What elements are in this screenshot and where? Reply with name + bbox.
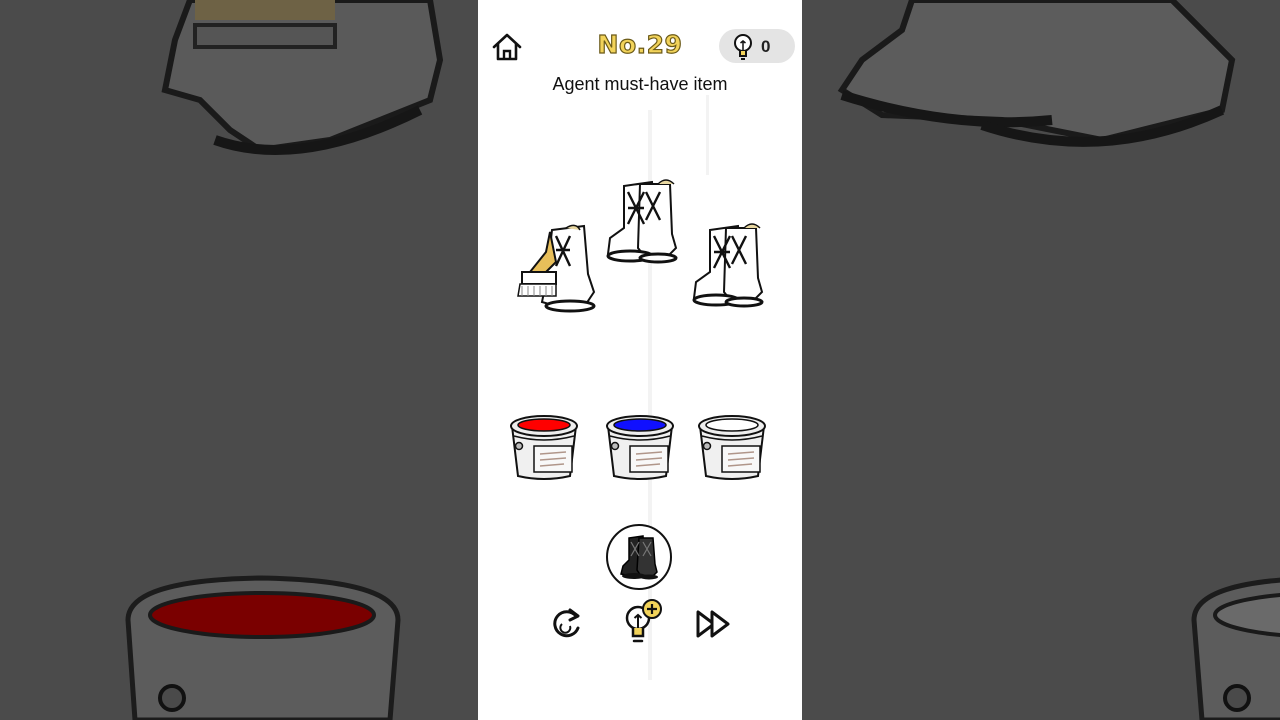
lightbulb-icon: [734, 34, 752, 60]
restart-button[interactable]: [548, 606, 584, 647]
background-right-panel: [802, 0, 1280, 720]
hint-counter-button[interactable]: 0: [719, 29, 795, 63]
skip-level-button[interactable]: [694, 608, 734, 645]
boots-center-item[interactable]: [600, 178, 680, 268]
boots-with-brush-item[interactable]: [516, 222, 596, 314]
white-boots-icon: [692, 223, 764, 308]
white-boots-icon: [606, 179, 678, 264]
white-paint-bucket-icon: [698, 415, 766, 480]
boots-with-paintbrush-icon: [517, 224, 596, 313]
blue-paint-bucket-icon: [606, 415, 674, 480]
puzzle-prompt: Agent must-have item: [552, 74, 728, 94]
boots-right-item[interactable]: [686, 222, 766, 312]
restart-icon: [553, 608, 580, 638]
paint-bucket-blue[interactable]: [604, 412, 676, 482]
hint-count: 0: [761, 37, 771, 56]
skip-forward-icon: [696, 610, 730, 638]
paint-bucket-white[interactable]: [696, 412, 768, 482]
lightbulb-plus-icon: [625, 599, 662, 643]
target-item-slot[interactable]: [606, 524, 672, 590]
background-left-panel: [0, 0, 478, 720]
black-boots-icon: [620, 535, 658, 580]
get-hint-button[interactable]: [622, 598, 664, 653]
background-stripe: [706, 95, 709, 175]
paint-bucket-red[interactable]: [508, 412, 580, 482]
game-screen: No.29 0 Agent must-have item: [478, 0, 802, 720]
red-paint-bucket-icon: [510, 415, 578, 480]
